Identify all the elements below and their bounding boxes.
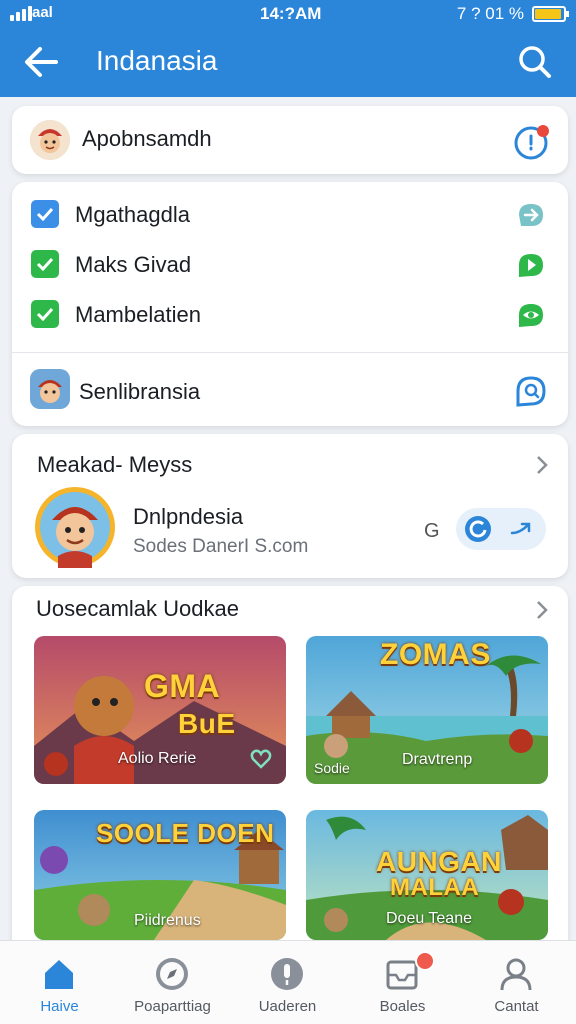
home-icon <box>45 960 73 989</box>
notification-icon[interactable] <box>512 122 552 162</box>
avatar <box>30 369 70 409</box>
bottom-nav: Haive Poaparttiag Uaderen Boales Cantat <box>0 940 576 1024</box>
app-header: aal 14:?AM 7 ? 01 % Indanasia <box>0 0 576 97</box>
search-icon[interactable] <box>512 42 556 82</box>
heart-icon[interactable] <box>250 748 272 770</box>
checklist-item[interactable]: Maks Givad <box>12 234 568 284</box>
contact-subtitle: Sodes DanerI S.com <box>133 536 309 557</box>
page-title: Indanasia <box>96 45 218 76</box>
game-title: SOOLE DOEN <box>96 818 275 848</box>
compass-icon <box>156 958 188 990</box>
nav-label: Uaderen <box>258 998 317 1015</box>
chevron-right-icon[interactable] <box>534 454 550 476</box>
contact-row[interactable]: Dnlpndesia Sodes DanerI S.com G <box>12 484 568 578</box>
nav-item-explore[interactable]: Poaparttiag <box>115 941 230 1024</box>
game-subtitle: BuE <box>178 708 236 739</box>
nav-label: Boales <box>379 998 426 1015</box>
game-subtitle: MALAA <box>390 874 480 901</box>
action-pill[interactable] <box>456 508 546 550</box>
messages-card: Meakad- Meyss Dnlpndesia Sodes DanerI S.… <box>12 434 568 578</box>
nav-item-account[interactable]: Cantat <box>459 941 574 1024</box>
checkbox-icon[interactable] <box>31 250 59 278</box>
nav-item-inbox[interactable]: Boales <box>345 941 460 1024</box>
back-arrow-icon[interactable] <box>20 42 64 82</box>
status-right-text: 7 ? 01 % <box>456 4 524 23</box>
checklist-item-label: Maks Givad <box>75 252 192 277</box>
game-tile[interactable]: GMA BuE Aolio Rerie <box>34 636 286 784</box>
nav-item-home[interactable]: Haive <box>2 941 117 1024</box>
status-bar: aal 14:?AM 7 ? 01 % <box>0 0 576 28</box>
game-tile[interactable]: ZOMAS Sodie Dravtrenp <box>306 636 548 784</box>
game-label-left: Sodie <box>314 760 350 776</box>
checklist-card: Mgathagdla Maks Givad Mambelatien Senlib… <box>12 182 568 426</box>
eye-chat-icon[interactable] <box>514 300 548 330</box>
signal-icon <box>10 6 32 21</box>
nav-label: Cantat <box>494 998 539 1015</box>
checkbox-icon[interactable] <box>31 200 59 228</box>
chevron-right-icon[interactable] <box>534 599 550 621</box>
checklist-footer[interactable]: Senlibransia <box>12 353 568 426</box>
extra-glyph: G <box>424 520 440 542</box>
checklist-item[interactable]: Mgathagdla <box>12 182 568 234</box>
top-card-label: Apobnsamdh <box>82 126 212 151</box>
section-title: Meakad- Meyss <box>37 452 193 477</box>
carrier-label: aal <box>32 4 53 21</box>
contact-avatar <box>35 487 115 568</box>
notification-badge <box>415 951 435 971</box>
user-icon <box>500 958 532 991</box>
section-title: Uosecamlak Uodkae <box>36 596 239 621</box>
battery-icon <box>532 6 569 22</box>
checklist-item[interactable]: Mambelatien <box>12 284 568 334</box>
avatar <box>30 120 70 160</box>
microphone-icon <box>271 958 303 990</box>
game-tile[interactable]: AUNGAN MALAA Doeu Teane <box>306 810 548 940</box>
checklist-item-label: Mgathagdla <box>75 202 190 227</box>
game-label: Dravtrenp <box>402 751 473 768</box>
game-title: ZOMAS <box>380 638 491 671</box>
nav-label: Poaparttiag <box>134 998 211 1015</box>
forward-icon[interactable] <box>508 517 534 541</box>
nav-item-voice[interactable]: Uaderen <box>230 941 345 1024</box>
game-label: Piidrenus <box>134 912 201 929</box>
games-card: Uosecamlak Uodkae GMA BuE Aolio Rerie ZO… <box>12 586 568 946</box>
share-icon[interactable] <box>514 200 548 230</box>
game-tile[interactable]: SOOLE DOEN Piidrenus <box>34 810 286 940</box>
checklist-item-label: Mambelatien <box>75 302 201 327</box>
status-time: 14:?AM <box>260 4 322 23</box>
nav-label: Haive <box>40 998 79 1015</box>
game-label: Doeu Teane <box>386 910 472 927</box>
game-title: GMA <box>144 668 221 704</box>
checklist-footer-label: Senlibransia <box>79 379 201 404</box>
chat-search-icon[interactable] <box>512 373 550 409</box>
refresh-icon[interactable] <box>464 515 492 543</box>
play-chat-icon[interactable] <box>514 250 548 280</box>
top-card[interactable]: Apobnsamdh <box>12 106 568 174</box>
game-label: Aolio Rerie <box>118 750 197 767</box>
checkbox-icon[interactable] <box>31 300 59 328</box>
contact-name: Dnlpndesia <box>133 504 244 529</box>
